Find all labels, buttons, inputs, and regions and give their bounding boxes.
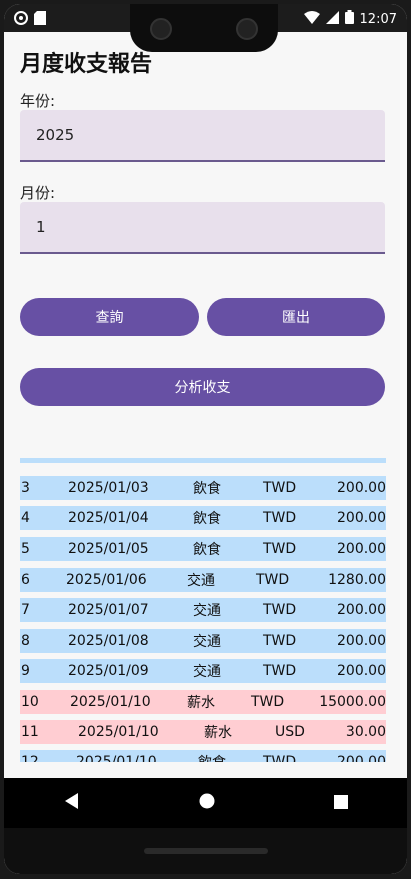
row-id: 3 [21, 480, 30, 496]
month-label: 月份: [20, 184, 56, 202]
table-row-partial [20, 458, 386, 463]
camera-icon [14, 10, 28, 29]
row-currency: TWD [263, 754, 297, 762]
row-currency: TWD [263, 602, 297, 618]
row-currency: TWD [251, 694, 285, 710]
analyze-button[interactable]: 分析收支 [20, 368, 385, 406]
table-row[interactable]: 3 2025/01/03 飲食 TWD 200.00 [20, 476, 386, 500]
table-row[interactable]: 11 2025/01/10 薪水 USD 30.00 [20, 720, 386, 744]
row-currency: TWD [263, 663, 297, 679]
table-row[interactable]: 9 2025/01/09 交通 TWD 200.00 [20, 659, 386, 683]
row-id: 12 [21, 754, 39, 762]
query-button[interactable]: 查詢 [20, 298, 199, 336]
row-category: 飲食 [193, 511, 221, 527]
row-id: 11 [21, 724, 39, 740]
year-input[interactable] [20, 110, 385, 160]
table-row[interactable]: 4 2025/01/04 飲食 TWD 200.00 [20, 506, 386, 530]
export-button[interactable]: 匯出 [207, 298, 385, 336]
row-id: 10 [21, 694, 39, 710]
row-amount: 200.00 [337, 510, 386, 526]
row-category: 交通 [187, 573, 215, 589]
front-sensor [236, 18, 258, 40]
row-currency: TWD [263, 541, 297, 557]
table-row[interactable]: 12 2025/01/10 飲食 TWD 200.00 [20, 750, 386, 762]
row-currency: TWD [263, 510, 297, 526]
row-amount: 30.00 [345, 724, 386, 740]
year-field[interactable] [20, 110, 385, 162]
row-date: 2025/01/07 [68, 602, 149, 618]
transaction-table[interactable]: 3 2025/01/03 飲食 TWD 200.00 4 2025/01/04 … [20, 458, 386, 762]
row-category: 交通 [193, 603, 221, 619]
row-category: 飲食 [198, 752, 226, 762]
row-amount: 15000.00 [319, 694, 386, 710]
row-category: 交通 [193, 634, 221, 650]
row-date: 2025/01/10 [76, 754, 157, 762]
table-row[interactable]: 6 2025/01/06 交通 TWD 1280.00 [20, 568, 386, 592]
main-content: 月度收支報告 年份: 月份: 查詢 匯出 分析收支 3 2025/01/03 飲… [4, 32, 407, 778]
row-date: 2025/01/09 [68, 663, 149, 679]
row-currency: TWD [263, 633, 297, 649]
row-date: 2025/01/04 [68, 510, 149, 526]
page-title: 月度收支報告 [20, 52, 153, 77]
row-category: 交通 [193, 664, 221, 680]
row-amount: 200.00 [337, 633, 386, 649]
row-amount: 200.00 [337, 663, 386, 679]
row-id: 9 [21, 663, 30, 679]
row-amount: 200.00 [337, 480, 386, 496]
phone-chin [4, 828, 407, 874]
row-currency: TWD [256, 572, 290, 588]
month-input[interactable] [20, 202, 385, 252]
home-icon[interactable] [199, 793, 215, 813]
navigation-bar [4, 778, 407, 828]
row-date: 2025/01/05 [68, 541, 149, 557]
camera-notch [130, 4, 278, 52]
row-id: 8 [21, 633, 30, 649]
row-category: 薪水 [204, 725, 232, 741]
row-category: 飲食 [193, 542, 221, 558]
table-row[interactable]: 8 2025/01/08 交通 TWD 200.00 [20, 629, 386, 653]
phone-screen: 12:07 月度收支報告 年份: 月份: 查詢 匯出 分析收支 3 2025/0… [4, 4, 407, 874]
row-amount: 200.00 [337, 541, 386, 557]
row-date: 2025/01/08 [68, 633, 149, 649]
table-row[interactable]: 10 2025/01/10 薪水 TWD 15000.00 [20, 690, 386, 714]
signal-icon [325, 10, 339, 28]
row-amount: 200.00 [337, 602, 386, 618]
year-label: 年份: [20, 92, 56, 110]
speaker-grille [144, 848, 268, 854]
wifi-icon [303, 10, 320, 28]
table-row[interactable]: 5 2025/01/05 飲食 TWD 200.00 [20, 537, 386, 561]
row-id: 7 [21, 602, 30, 618]
recents-icon[interactable] [333, 794, 348, 813]
battery-icon [344, 10, 354, 28]
back-icon[interactable] [64, 793, 80, 813]
row-currency: TWD [263, 480, 297, 496]
row-date: 2025/01/10 [78, 724, 159, 740]
row-currency: USD [275, 724, 305, 740]
row-amount: 200.00 [337, 754, 386, 762]
row-amount: 1280.00 [328, 572, 386, 588]
month-field[interactable] [20, 202, 385, 254]
clock: 12:07 [359, 11, 397, 27]
row-id: 6 [21, 572, 30, 588]
row-date: 2025/01/06 [66, 572, 147, 588]
row-category: 薪水 [187, 695, 215, 711]
table-row[interactable]: 7 2025/01/07 交通 TWD 200.00 [20, 598, 386, 622]
front-camera [150, 18, 172, 40]
row-category: 飲食 [193, 481, 221, 497]
row-id: 4 [21, 510, 30, 526]
row-date: 2025/01/03 [68, 480, 149, 496]
row-date: 2025/01/10 [70, 694, 151, 710]
sd-card-icon [34, 10, 46, 29]
row-id: 5 [21, 541, 30, 557]
